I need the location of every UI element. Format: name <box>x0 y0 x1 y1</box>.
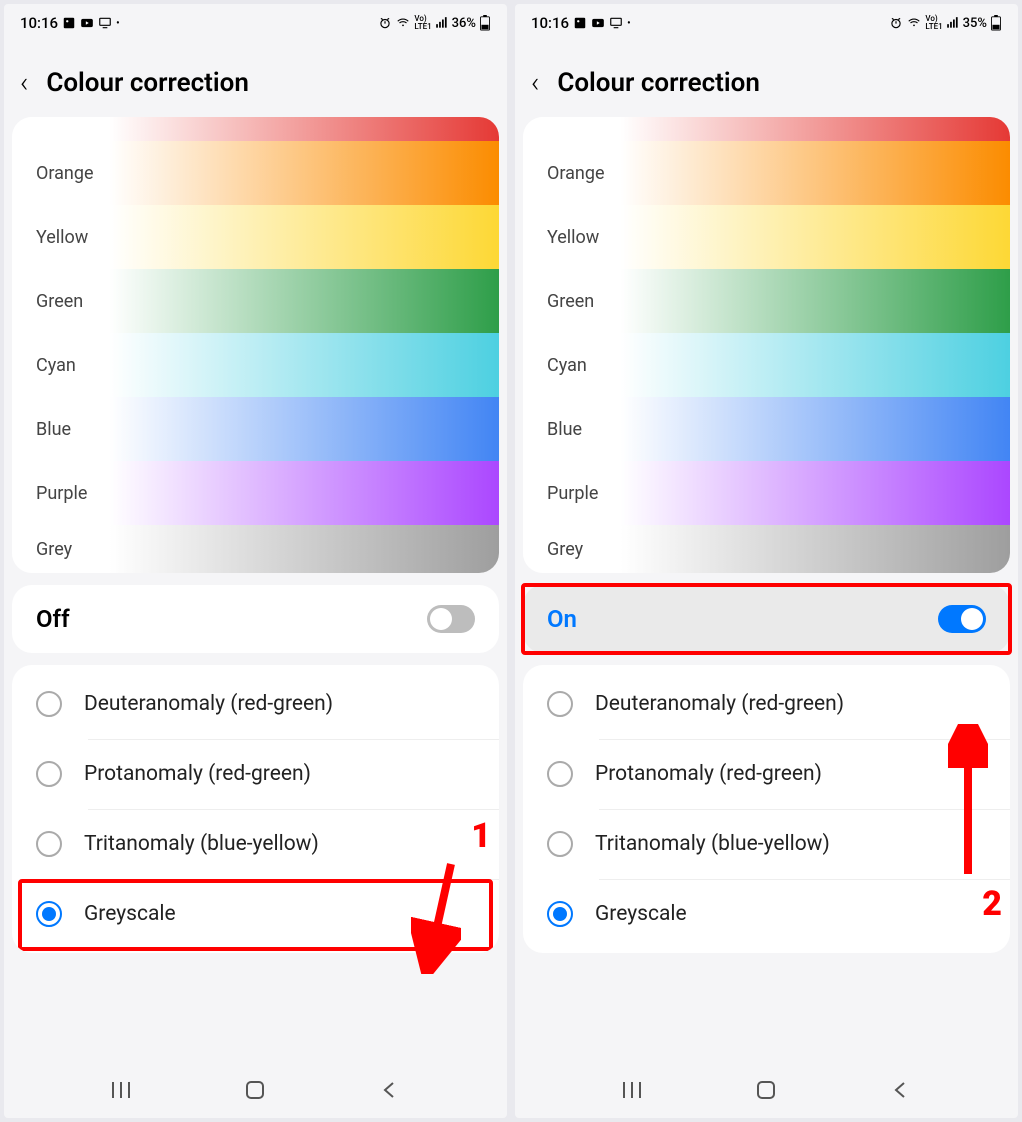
battery-icon <box>479 15 491 31</box>
correction-options: Deuteranomaly (red-green) Protanomaly (r… <box>523 665 1010 953</box>
nav-bar <box>515 1064 1018 1118</box>
option-label: Deuteranomaly (red-green) <box>595 692 844 716</box>
color-label-grey: Grey <box>523 539 623 560</box>
more-dot: • <box>627 18 631 29</box>
youtube-icon <box>591 16 605 30</box>
alarm-icon <box>889 16 903 30</box>
color-label-blue: Blue <box>523 419 623 440</box>
option-label: Tritanomaly (blue-yellow) <box>84 832 319 856</box>
screen-icon <box>98 16 112 30</box>
status-time: 10:16 <box>531 14 569 32</box>
battery-text: 35% <box>963 16 987 31</box>
more-dot: • <box>116 18 120 29</box>
option-protanomaly[interactable]: Protanomaly (red-green) <box>12 739 499 809</box>
option-label: Protanomaly (red-green) <box>595 762 822 786</box>
option-label: Greyscale <box>84 902 176 926</box>
status-bar: 10:16 • Vo)LTE1 36% <box>4 4 507 38</box>
color-label-green: Green <box>12 291 112 312</box>
nav-back[interactable] <box>891 1080 911 1104</box>
color-label-red: Red <box>523 117 623 120</box>
volte-icon: Vo)LTE1 <box>925 15 942 31</box>
phone-screen-left: 10:16 • Vo)LTE1 36% ‹ Colour correction … <box>4 4 507 1118</box>
page-header: ‹ Colour correction <box>515 38 1018 117</box>
toggle-label: On <box>547 605 577 633</box>
signal-icon <box>946 16 960 30</box>
option-tritanomaly[interactable]: Tritanomaly (blue-yellow) <box>12 809 499 879</box>
toggle-label: Off <box>36 605 70 633</box>
color-label-orange: Orange <box>523 163 623 184</box>
phone-screen-right: 10:16 • Vo)LTE1 35% ‹ Colour correction … <box>515 4 1018 1118</box>
gallery-icon <box>62 16 76 30</box>
page-title: Colour correction <box>46 68 249 98</box>
radio-icon <box>36 691 62 717</box>
back-button[interactable]: ‹ <box>531 66 539 99</box>
page-title: Colour correction <box>557 68 760 98</box>
status-bar: 10:16 • Vo)LTE1 35% <box>515 4 1018 38</box>
option-tritanomaly[interactable]: Tritanomaly (blue-yellow) <box>523 809 1010 879</box>
screen-icon <box>609 16 623 30</box>
option-label: Deuteranomaly (red-green) <box>84 692 333 716</box>
nav-recent[interactable] <box>622 1080 642 1104</box>
color-label-blue: Blue <box>12 419 112 440</box>
radio-icon <box>547 901 573 927</box>
color-label-yellow: Yellow <box>12 227 112 248</box>
option-deuteranomaly[interactable]: Deuteranomaly (red-green) <box>12 669 499 739</box>
radio-icon <box>547 831 573 857</box>
color-label-grey: Grey <box>12 539 112 560</box>
battery-text: 36% <box>452 16 476 31</box>
color-label-red: Red <box>12 117 112 120</box>
color-label-orange: Orange <box>12 163 112 184</box>
nav-bar <box>4 1064 507 1118</box>
color-label-cyan: Cyan <box>523 355 623 376</box>
toggle-switch[interactable] <box>427 605 475 633</box>
color-label-cyan: Cyan <box>12 355 112 376</box>
alarm-icon <box>378 16 392 30</box>
master-toggle-row[interactable]: Off <box>12 585 499 653</box>
youtube-icon <box>80 16 94 30</box>
nav-home[interactable] <box>756 1080 776 1104</box>
radio-icon <box>36 831 62 857</box>
color-label-green: Green <box>523 291 623 312</box>
option-protanomaly[interactable]: Protanomaly (red-green) <box>523 739 1010 809</box>
radio-icon <box>36 901 62 927</box>
correction-options: Deuteranomaly (red-green) Protanomaly (r… <box>12 665 499 953</box>
page-header: ‹ Colour correction <box>4 38 507 117</box>
color-label-purple: Purple <box>523 483 623 504</box>
option-label: Greyscale <box>595 902 687 926</box>
option-label: Protanomaly (red-green) <box>84 762 311 786</box>
gallery-icon <box>573 16 587 30</box>
color-label-yellow: Yellow <box>523 227 623 248</box>
wifi-icon <box>395 16 411 30</box>
color-label-purple: Purple <box>12 483 112 504</box>
nav-home[interactable] <box>245 1080 265 1104</box>
radio-icon <box>547 691 573 717</box>
nav-recent[interactable] <box>111 1080 131 1104</box>
option-label: Tritanomaly (blue-yellow) <box>595 832 830 856</box>
nav-back[interactable] <box>380 1080 400 1104</box>
back-button[interactable]: ‹ <box>20 66 28 99</box>
color-preview: Red Orange Yellow Green Cyan Blue Purple… <box>12 117 499 573</box>
status-time: 10:16 <box>20 14 58 32</box>
wifi-icon <box>906 16 922 30</box>
battery-icon <box>990 15 1002 31</box>
volte-icon: Vo)LTE1 <box>414 15 431 31</box>
master-toggle-row[interactable]: On <box>523 585 1010 653</box>
radio-icon <box>547 761 573 787</box>
radio-icon <box>36 761 62 787</box>
signal-icon <box>435 16 449 30</box>
option-greyscale[interactable]: Greyscale <box>523 879 1010 949</box>
option-greyscale[interactable]: Greyscale <box>12 879 499 949</box>
option-deuteranomaly[interactable]: Deuteranomaly (red-green) <box>523 669 1010 739</box>
color-preview: Red Orange Yellow Green Cyan Blue Purple… <box>523 117 1010 573</box>
toggle-switch[interactable] <box>938 605 986 633</box>
